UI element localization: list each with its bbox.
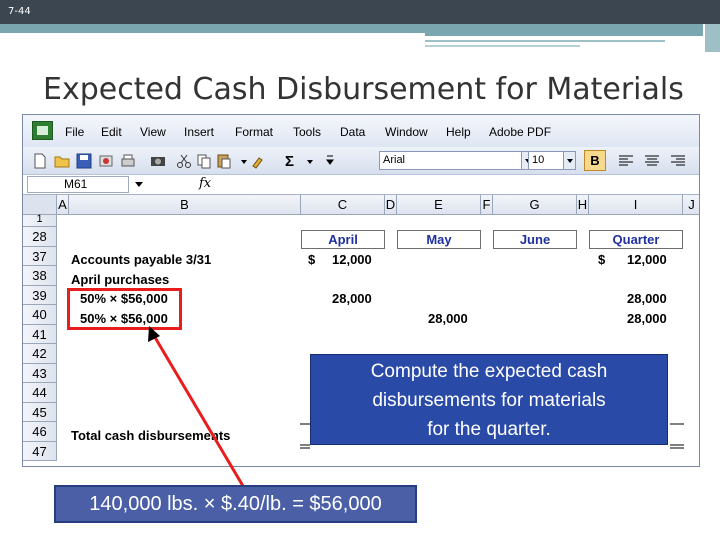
row-header-47[interactable]: 47	[23, 441, 57, 461]
slide-title: Expected Cash Disbursement for Materials	[43, 72, 684, 107]
menu-view[interactable]: View	[140, 125, 166, 139]
callout-line-3: for the quarter.	[427, 419, 551, 440]
column-header-f[interactable]: F	[481, 195, 493, 215]
row-header-43[interactable]: 43	[23, 363, 57, 383]
menu-format[interactable]: Format	[235, 125, 273, 139]
decorative-line	[425, 40, 665, 42]
copy-icon[interactable]	[195, 152, 213, 170]
row-header-1[interactable]: 1	[23, 214, 57, 227]
header-april[interactable]: April	[301, 230, 385, 249]
decorative-line	[425, 45, 580, 47]
cell-i37[interactable]: 12,000	[627, 252, 667, 267]
header-may[interactable]: May	[397, 230, 481, 249]
insert-function-icon[interactable]: fx	[199, 176, 211, 191]
autosum-icon[interactable]: Σ	[285, 153, 294, 170]
column-header-g[interactable]: G	[493, 195, 577, 215]
row-header-37[interactable]: 37	[23, 246, 57, 266]
font-name-select[interactable]: Arial	[379, 151, 534, 170]
cell-e40[interactable]: 28,000	[428, 311, 468, 326]
cell-i37-dollar-sign: $	[598, 252, 606, 267]
decorative-line	[425, 33, 703, 36]
column-header-j[interactable]: J	[683, 195, 699, 215]
cell-c37-dollar-sign: $	[308, 252, 316, 267]
menu-insert[interactable]: Insert	[184, 125, 214, 139]
label-april-purchases[interactable]: April purchases	[71, 272, 169, 287]
paste-icon[interactable]	[215, 152, 233, 170]
decorative-block	[703, 24, 720, 52]
header-quarter[interactable]: Quarter	[589, 230, 683, 249]
callout-line-1: Compute the expected cash	[370, 361, 608, 382]
open-folder-icon[interactable]	[53, 152, 71, 170]
font-size-value: 10	[532, 154, 545, 166]
callout-line-2: disbursements for materials	[372, 390, 606, 411]
font-size-select[interactable]: 10	[528, 151, 576, 170]
column-header-e[interactable]: E	[397, 195, 481, 215]
row-header-44[interactable]: 44	[23, 383, 57, 403]
row-header-39[interactable]: 39	[23, 285, 57, 305]
menu-data[interactable]: Data	[340, 125, 365, 139]
print-icon[interactable]	[119, 152, 137, 170]
row-header-28[interactable]: 28	[23, 227, 57, 247]
column-header-i[interactable]: I	[589, 195, 683, 215]
save-icon[interactable]	[75, 152, 93, 170]
row-header-40[interactable]: 40	[23, 305, 57, 325]
new-document-icon[interactable]	[31, 152, 49, 170]
red-arrow	[148, 326, 245, 487]
cell-c39[interactable]: 28,000	[332, 291, 372, 306]
align-center-icon[interactable]	[643, 152, 661, 170]
column-header-d[interactable]: D	[385, 195, 397, 215]
menu-help[interactable]: Help	[446, 125, 471, 139]
column-header-c[interactable]: C	[301, 195, 385, 215]
formula-bar: M61 fx	[23, 175, 699, 195]
excel-app-icon[interactable]	[32, 121, 53, 140]
slide-teal-band	[0, 24, 720, 33]
autosum-dropdown-icon[interactable]	[301, 152, 319, 170]
row-header-42[interactable]: 42	[23, 344, 57, 364]
menu-adobe-pdf[interactable]: Adobe PDF	[489, 125, 551, 139]
header-june[interactable]: June	[493, 230, 577, 249]
format-painter-icon[interactable]	[249, 152, 267, 170]
name-box[interactable]: M61	[27, 176, 129, 193]
row-header-46[interactable]: 46	[23, 422, 57, 442]
row-header-38[interactable]: 38	[23, 266, 57, 286]
row-header-45[interactable]: 45	[23, 402, 57, 422]
toolbar-options-icon[interactable]	[321, 152, 339, 170]
cut-icon[interactable]	[175, 152, 193, 170]
permission-icon[interactable]	[97, 152, 115, 170]
callout-box: Compute the expected cash disbursements …	[310, 354, 668, 445]
cell-i40[interactable]: 28,000	[627, 311, 667, 326]
name-box-dropdown-icon[interactable]	[135, 182, 143, 187]
column-header-a[interactable]: A	[57, 195, 69, 215]
align-left-icon[interactable]	[617, 152, 635, 170]
cell-c37[interactable]: 12,000	[332, 252, 372, 267]
slide-number: 7-44	[8, 6, 31, 17]
font-name-value: Arial	[383, 154, 406, 166]
select-all-corner[interactable]	[23, 195, 57, 215]
column-header-h[interactable]: H	[577, 195, 589, 215]
menu-tools[interactable]: Tools	[293, 125, 321, 139]
label-accounts-payable[interactable]: Accounts payable 3/31	[71, 252, 211, 267]
research-icon[interactable]	[149, 152, 167, 170]
menu-edit[interactable]: Edit	[101, 125, 122, 139]
menu-bar: File Edit View Insert Format Tools Data …	[23, 115, 699, 147]
menu-window[interactable]: Window	[385, 125, 428, 139]
row-header-41[interactable]: 41	[23, 324, 57, 344]
slide-top-band	[0, 0, 720, 24]
column-header-b[interactable]: B	[69, 195, 301, 215]
cell-i39[interactable]: 28,000	[627, 291, 667, 306]
align-right-icon[interactable]	[669, 152, 687, 170]
standard-toolbar: Σ Arial 10 B	[23, 147, 699, 175]
menu-file[interactable]: File	[65, 125, 84, 139]
calculation-note: 140,000 lbs. × $.40/lb. = $56,000	[54, 485, 417, 523]
bold-button[interactable]: B	[584, 150, 606, 171]
size-dropdown-icon[interactable]	[563, 152, 575, 169]
